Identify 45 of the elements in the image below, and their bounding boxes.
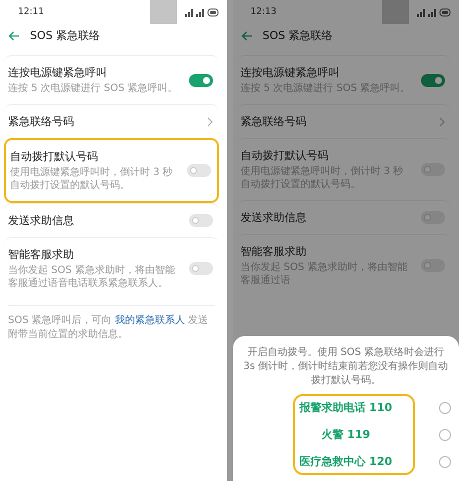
setting-label: 连按电源键紧急呼叫 (8, 65, 108, 80)
status-time: 12:13 (250, 7, 278, 17)
sheet-message: 开启自动拨号。使用 SOS 紧急联络时会进行 3s 倒计时，倒计时结束前若您没有操作则自动拨打默认号码。 (242, 346, 450, 388)
setting-label: 紧急联络号码 (8, 114, 75, 129)
number-option[interactable]: 医疗急救中心 120 (240, 454, 451, 469)
number-option[interactable]: 火警 119 (240, 427, 451, 442)
redaction-block (382, 0, 409, 24)
setting-description: 连按 5 次电源键进行 SOS 紧急呼叫。 (240, 82, 412, 95)
setting-label: 紧急联络号码 (240, 114, 308, 129)
setting-description: 使用电源键紧急呼叫时，倒计时 3 秒自动拨打设置的默认号码。 (240, 165, 404, 191)
setting-label: 自动拨打默认号码 (10, 149, 99, 164)
signal-icon (184, 8, 218, 16)
toggle-switch[interactable] (188, 74, 212, 86)
radio-button[interactable] (439, 402, 451, 414)
setting-description: 当你发起 SOS 紧急求助时，将由智能客服通过语 (240, 261, 408, 287)
number-option[interactable]: 报警求助电话 110 (240, 400, 451, 415)
footer-note: SOS 紧急呼叫后，可向 我的紧急联系人 发送附带当前位置的求助信息。 (8, 305, 214, 342)
setting-label: 智能客服求助 (8, 247, 75, 262)
radio-button[interactable] (439, 456, 451, 468)
setting-label: 连按电源键紧急呼叫 (240, 65, 340, 80)
back-arrow-icon[interactable] (240, 30, 252, 40)
setting-label: 发送求助信息 (8, 213, 75, 228)
setting-description: 连按 5 次电源键进行 SOS 紧急呼叫。 (8, 82, 179, 95)
setting-label: 智能客服求助 (240, 244, 308, 259)
toggle-switch[interactable] (186, 164, 210, 177)
contacts-link[interactable]: 我的紧急联系人 (114, 315, 185, 326)
page-title: SOS 紧急联络 (262, 28, 333, 43)
setting-label: 发送求助信息 (240, 210, 308, 225)
toggle-switch[interactable] (188, 214, 212, 227)
chevron-right-icon[interactable] (439, 116, 445, 126)
toggle-switch[interactable] (421, 259, 445, 272)
radio-button[interactable] (439, 428, 451, 440)
setting-description: 使用电源键紧急呼叫时，倒计时 3 秒自动拨打设置的默认号码。 (10, 166, 174, 192)
redaction-block (150, 0, 176, 24)
toggle-switch[interactable] (421, 74, 445, 86)
chevron-right-icon[interactable] (206, 116, 212, 126)
toggle-switch[interactable] (421, 211, 445, 224)
page-title: SOS 紧急联络 (30, 28, 100, 43)
setting-label: 自动拨打默认号码 (240, 148, 330, 163)
toggle-switch[interactable] (188, 262, 212, 275)
toggle-switch[interactable] (421, 163, 445, 176)
setting-description: 当你发起 SOS 紧急求助时，将由智能客服通过语音电话联系紧急联系人。 (8, 264, 176, 290)
status-time: 12:11 (18, 7, 45, 17)
back-arrow-icon[interactable] (8, 30, 20, 40)
signal-icon (417, 8, 451, 16)
